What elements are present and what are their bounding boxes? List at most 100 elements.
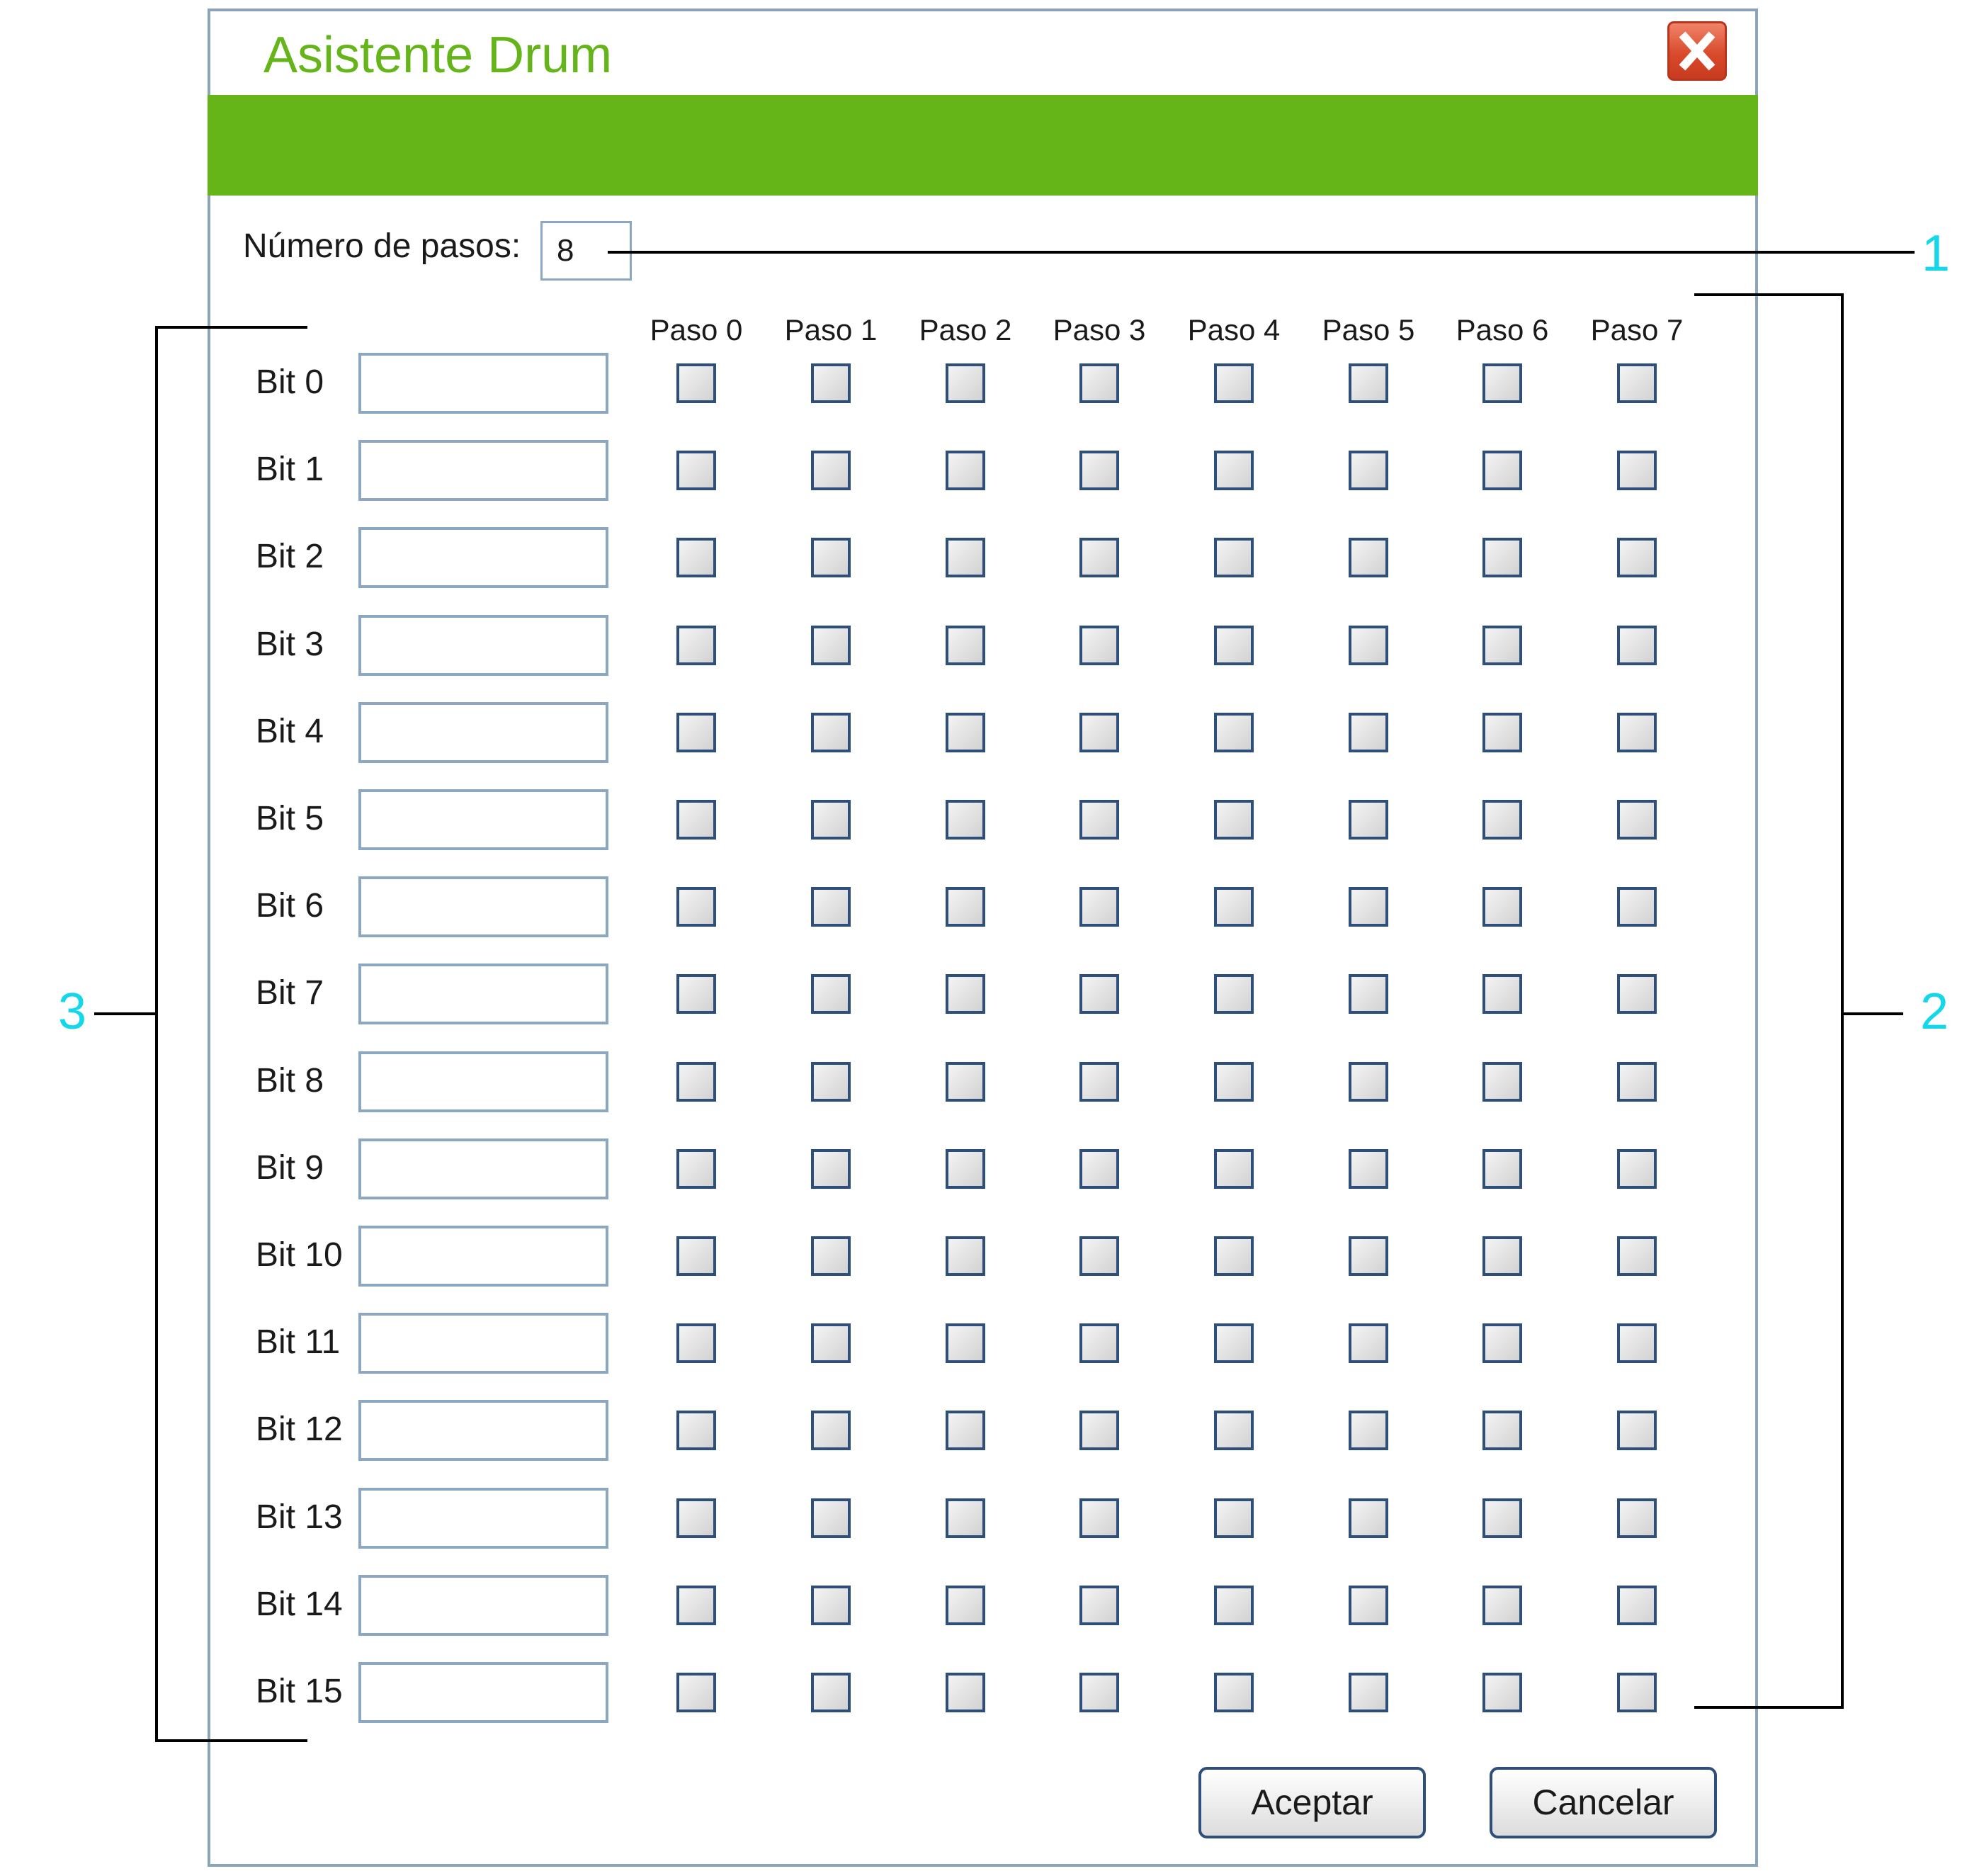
checkbox-bit1-step2[interactable] xyxy=(946,451,985,490)
checkbox-bit13-step6[interactable] xyxy=(1482,1498,1522,1538)
checkbox-bit5-step1[interactable] xyxy=(811,800,851,840)
checkbox-bit5-step3[interactable] xyxy=(1079,800,1119,840)
bit-name-input-9[interactable] xyxy=(358,1138,608,1199)
bit-name-input-4[interactable] xyxy=(358,702,608,763)
checkbox-bit7-step7[interactable] xyxy=(1617,974,1657,1014)
checkbox-bit0-step6[interactable] xyxy=(1482,363,1522,403)
checkbox-bit3-step4[interactable] xyxy=(1214,626,1254,665)
checkbox-bit2-step3[interactable] xyxy=(1079,538,1119,577)
checkbox-bit3-step1[interactable] xyxy=(811,626,851,665)
checkbox-bit0-step5[interactable] xyxy=(1349,363,1388,403)
checkbox-bit8-step3[interactable] xyxy=(1079,1062,1119,1102)
checkbox-bit10-step6[interactable] xyxy=(1482,1236,1522,1276)
checkbox-bit11-step7[interactable] xyxy=(1617,1323,1657,1363)
checkbox-bit9-step3[interactable] xyxy=(1079,1149,1119,1189)
checkbox-bit13-step0[interactable] xyxy=(676,1498,716,1538)
checkbox-bit8-step6[interactable] xyxy=(1482,1062,1522,1102)
checkbox-bit6-step4[interactable] xyxy=(1214,887,1254,927)
checkbox-bit0-step4[interactable] xyxy=(1214,363,1254,403)
checkbox-bit6-step6[interactable] xyxy=(1482,887,1522,927)
bit-name-input-8[interactable] xyxy=(358,1051,608,1112)
checkbox-bit3-step0[interactable] xyxy=(676,626,716,665)
checkbox-bit6-step3[interactable] xyxy=(1079,887,1119,927)
checkbox-bit7-step0[interactable] xyxy=(676,974,716,1014)
checkbox-bit1-step5[interactable] xyxy=(1349,451,1388,490)
checkbox-bit4-step0[interactable] xyxy=(676,713,716,752)
checkbox-bit9-step2[interactable] xyxy=(946,1149,985,1189)
checkbox-bit12-step3[interactable] xyxy=(1079,1411,1119,1450)
checkbox-bit0-step0[interactable] xyxy=(676,363,716,403)
checkbox-bit11-step0[interactable] xyxy=(676,1323,716,1363)
checkbox-bit7-step5[interactable] xyxy=(1349,974,1388,1014)
checkbox-bit3-step6[interactable] xyxy=(1482,626,1522,665)
checkbox-bit7-step2[interactable] xyxy=(946,974,985,1014)
checkbox-bit2-step5[interactable] xyxy=(1349,538,1388,577)
checkbox-bit2-step6[interactable] xyxy=(1482,538,1522,577)
checkbox-bit15-step0[interactable] xyxy=(676,1673,716,1712)
bit-name-input-3[interactable] xyxy=(358,615,608,676)
checkbox-bit9-step4[interactable] xyxy=(1214,1149,1254,1189)
checkbox-bit1-step0[interactable] xyxy=(676,451,716,490)
checkbox-bit15-step5[interactable] xyxy=(1349,1673,1388,1712)
checkbox-bit10-step5[interactable] xyxy=(1349,1236,1388,1276)
checkbox-bit7-step3[interactable] xyxy=(1079,974,1119,1014)
checkbox-bit15-step2[interactable] xyxy=(946,1673,985,1712)
checkbox-bit14-step3[interactable] xyxy=(1079,1586,1119,1625)
checkbox-bit11-step5[interactable] xyxy=(1349,1323,1388,1363)
checkbox-bit6-step2[interactable] xyxy=(946,887,985,927)
checkbox-bit12-step2[interactable] xyxy=(946,1411,985,1450)
checkbox-bit2-step2[interactable] xyxy=(946,538,985,577)
checkbox-bit10-step7[interactable] xyxy=(1617,1236,1657,1276)
checkbox-bit11-step1[interactable] xyxy=(811,1323,851,1363)
checkbox-bit13-step5[interactable] xyxy=(1349,1498,1388,1538)
checkbox-bit8-step7[interactable] xyxy=(1617,1062,1657,1102)
checkbox-bit7-step1[interactable] xyxy=(811,974,851,1014)
checkbox-bit1-step3[interactable] xyxy=(1079,451,1119,490)
checkbox-bit1-step6[interactable] xyxy=(1482,451,1522,490)
checkbox-bit0-step3[interactable] xyxy=(1079,363,1119,403)
checkbox-bit3-step5[interactable] xyxy=(1349,626,1388,665)
checkbox-bit13-step1[interactable] xyxy=(811,1498,851,1538)
checkbox-bit14-step7[interactable] xyxy=(1617,1586,1657,1625)
bit-name-input-11[interactable] xyxy=(358,1313,608,1374)
checkbox-bit14-step4[interactable] xyxy=(1214,1586,1254,1625)
checkbox-bit11-step6[interactable] xyxy=(1482,1323,1522,1363)
checkbox-bit3-step3[interactable] xyxy=(1079,626,1119,665)
checkbox-bit6-step7[interactable] xyxy=(1617,887,1657,927)
checkbox-bit4-step5[interactable] xyxy=(1349,713,1388,752)
checkbox-bit11-step4[interactable] xyxy=(1214,1323,1254,1363)
checkbox-bit12-step4[interactable] xyxy=(1214,1411,1254,1450)
checkbox-bit4-step1[interactable] xyxy=(811,713,851,752)
checkbox-bit10-step2[interactable] xyxy=(946,1236,985,1276)
checkbox-bit6-step1[interactable] xyxy=(811,887,851,927)
checkbox-bit12-step6[interactable] xyxy=(1482,1411,1522,1450)
checkbox-bit5-step4[interactable] xyxy=(1214,800,1254,840)
checkbox-bit5-step6[interactable] xyxy=(1482,800,1522,840)
checkbox-bit15-step7[interactable] xyxy=(1617,1673,1657,1712)
checkbox-bit3-step7[interactable] xyxy=(1617,626,1657,665)
checkbox-bit1-step7[interactable] xyxy=(1617,451,1657,490)
checkbox-bit14-step2[interactable] xyxy=(946,1586,985,1625)
bit-name-input-6[interactable] xyxy=(358,876,608,937)
checkbox-bit9-step6[interactable] xyxy=(1482,1149,1522,1189)
checkbox-bit13-step7[interactable] xyxy=(1617,1498,1657,1538)
checkbox-bit7-step4[interactable] xyxy=(1214,974,1254,1014)
checkbox-bit4-step4[interactable] xyxy=(1214,713,1254,752)
checkbox-bit14-step5[interactable] xyxy=(1349,1586,1388,1625)
checkbox-bit3-step2[interactable] xyxy=(946,626,985,665)
checkbox-bit12-step0[interactable] xyxy=(676,1411,716,1450)
bit-name-input-13[interactable] xyxy=(358,1488,608,1549)
checkbox-bit9-step5[interactable] xyxy=(1349,1149,1388,1189)
checkbox-bit9-step7[interactable] xyxy=(1617,1149,1657,1189)
checkbox-bit1-step4[interactable] xyxy=(1214,451,1254,490)
checkbox-bit7-step6[interactable] xyxy=(1482,974,1522,1014)
checkbox-bit12-step5[interactable] xyxy=(1349,1411,1388,1450)
bit-name-input-5[interactable] xyxy=(358,789,608,850)
checkbox-bit2-step1[interactable] xyxy=(811,538,851,577)
checkbox-bit4-step6[interactable] xyxy=(1482,713,1522,752)
checkbox-bit0-step7[interactable] xyxy=(1617,363,1657,403)
bit-name-input-7[interactable] xyxy=(358,964,608,1024)
checkbox-bit8-step5[interactable] xyxy=(1349,1062,1388,1102)
checkbox-bit10-step1[interactable] xyxy=(811,1236,851,1276)
checkbox-bit10-step0[interactable] xyxy=(676,1236,716,1276)
